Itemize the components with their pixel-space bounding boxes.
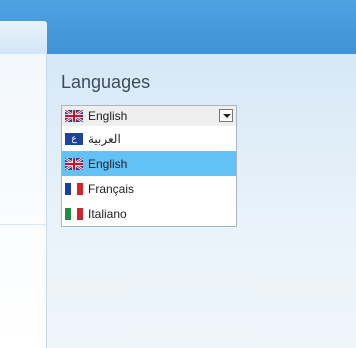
chevron-down-icon[interactable] [219, 109, 233, 122]
france-flag-icon [65, 182, 83, 195]
language-option-label: Italiano [88, 206, 127, 221]
left-content-panel [0, 54, 47, 348]
page: Languages English ع العربية English Fran… [0, 0, 356, 348]
languages-title: Languages [61, 72, 151, 92]
language-option-italian[interactable]: Italiano [62, 201, 236, 226]
language-option-label: English [88, 156, 128, 171]
language-dropdown-selected[interactable]: English [62, 106, 236, 126]
left-panel-divider [0, 224, 46, 225]
italy-flag-icon [65, 207, 83, 220]
selected-language-label: English [88, 109, 128, 123]
arabic-flag-icon: ع [65, 132, 83, 145]
language-option-label: العربية [88, 131, 121, 146]
language-dropdown[interactable]: English ع العربية English Français Itali… [61, 105, 237, 227]
language-option-arabic[interactable]: ع العربية [62, 126, 236, 151]
left-nav-tab[interactable] [0, 21, 47, 54]
language-option-french[interactable]: Français [62, 176, 236, 201]
top-header-bar [0, 0, 356, 54]
uk-flag-icon [65, 110, 83, 122]
uk-flag-icon [65, 157, 83, 170]
language-option-english[interactable]: English [62, 151, 236, 176]
language-option-label: Français [88, 181, 135, 196]
